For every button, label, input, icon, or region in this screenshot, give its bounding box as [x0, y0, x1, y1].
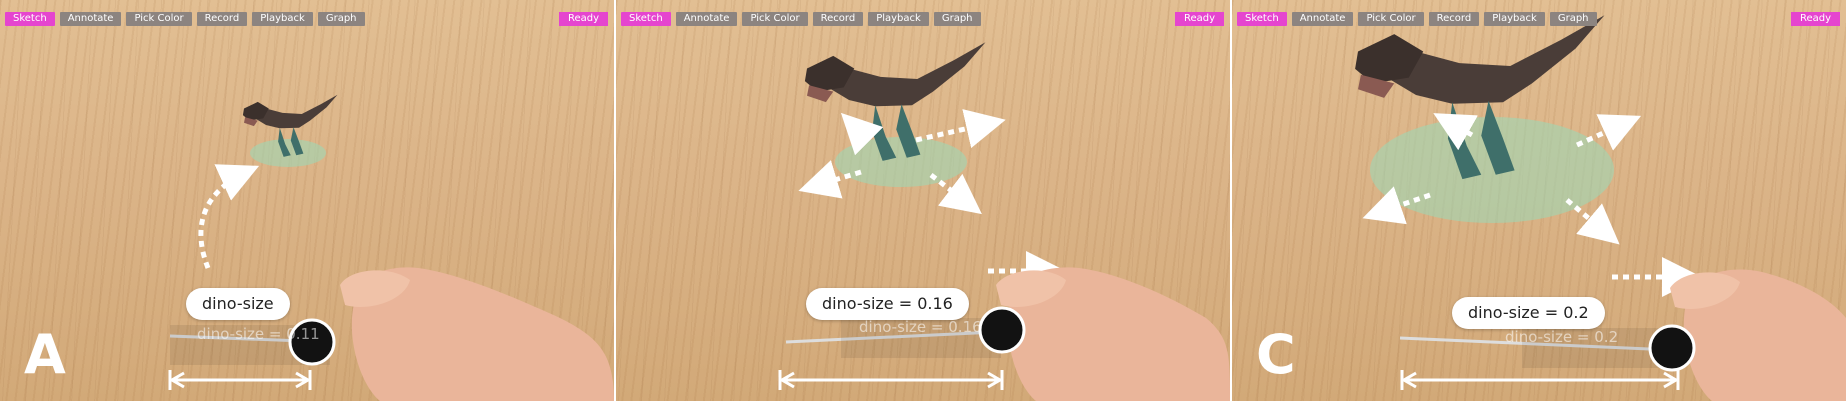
parameter-label: dino-size = 0.2 [1452, 297, 1605, 329]
status-badge: Ready [1174, 12, 1224, 26]
status-badge: Ready [1790, 12, 1840, 26]
size-arrow-annotation [778, 370, 1004, 390]
slider-knob[interactable] [1648, 324, 1696, 372]
size-arrow-annotation [168, 370, 312, 390]
size-arrow-annotation [1400, 370, 1680, 390]
graph-button[interactable]: Graph [317, 12, 365, 26]
slider-knob[interactable] [978, 306, 1026, 354]
hand [340, 267, 614, 401]
panel-label: C [1256, 323, 1296, 386]
toolbar: Sketch Annotate Pick Color Record Playba… [621, 12, 981, 26]
hand [1670, 269, 1846, 401]
parameter-label: dino-size [186, 288, 290, 320]
graph-button[interactable]: Graph [933, 12, 981, 26]
ar-scene [778, 42, 1230, 401]
ghost-value-label: dino-size = 0.2 [1505, 328, 1619, 346]
record-button[interactable]: Record [812, 12, 864, 26]
annotate-button[interactable]: Annotate [1291, 12, 1354, 26]
ar-view-panel-a: Sketch Annotate Pick Color Record Playba… [0, 0, 614, 401]
status-badge: Ready [558, 12, 608, 26]
parameter-label: dino-size = 0.16 [806, 288, 969, 320]
playback-button[interactable]: Playback [868, 12, 929, 26]
dino-shadow-circle [835, 137, 967, 187]
hand [996, 267, 1230, 401]
annotate-button[interactable]: Annotate [59, 12, 122, 26]
graph-button[interactable]: Graph [1549, 12, 1597, 26]
sketch-button[interactable]: Sketch [5, 12, 55, 26]
record-button[interactable]: Record [196, 12, 248, 26]
panel-label: A [24, 323, 66, 386]
ghost-value-label: dino-size = 0.16 [859, 318, 982, 336]
toolbar: Sketch Annotate Pick Color Record Playba… [5, 12, 365, 26]
ar-view-panel-c: Sketch Annotate Pick Color Record Playba… [1232, 0, 1846, 401]
pick-color-button[interactable]: Pick Color [742, 12, 808, 26]
ar-view-panel-b: Sketch Annotate Pick Color Record Playba… [616, 0, 1230, 401]
sketch-button[interactable]: Sketch [621, 12, 671, 26]
playback-button[interactable]: Playback [1484, 12, 1545, 26]
annotate-button[interactable]: Annotate [675, 12, 738, 26]
record-button[interactable]: Record [1428, 12, 1480, 26]
ghost-value-label: dino-size = 0.11 [197, 325, 320, 343]
sketch-button[interactable]: Sketch [1237, 12, 1287, 26]
toolbar: Sketch Annotate Pick Color Record Playba… [1237, 12, 1597, 26]
playback-button[interactable]: Playback [252, 12, 313, 26]
pick-color-button[interactable]: Pick Color [1358, 12, 1424, 26]
curved-arrow-annotation [198, 164, 260, 269]
pick-color-button[interactable]: Pick Color [126, 12, 192, 26]
